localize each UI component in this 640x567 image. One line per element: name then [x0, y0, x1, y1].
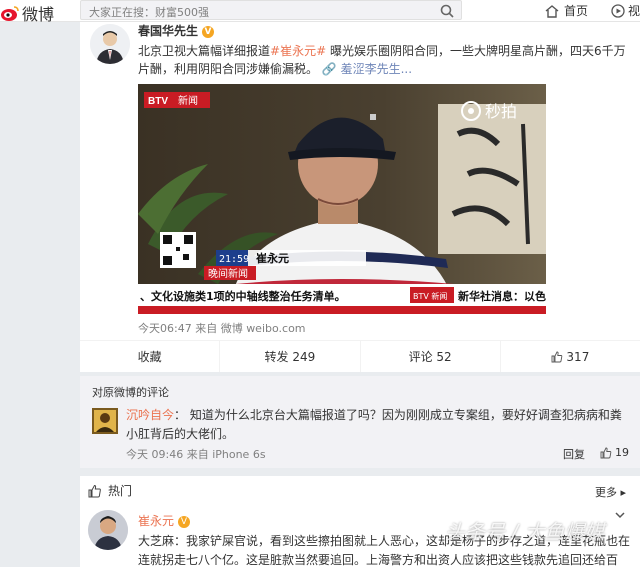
comment-like-count: 19	[615, 446, 629, 459]
media-watermark: 头条号 / 大鱼爆媒	[445, 520, 605, 544]
like-button[interactable]: 317	[501, 341, 640, 372]
nav-home[interactable]: 首页	[544, 2, 588, 19]
comment-label: 评论 52	[408, 350, 452, 364]
ticker-logo: BTV 新闻	[413, 291, 447, 301]
comment-button[interactable]: 评论 52	[361, 341, 501, 372]
original-comments-title: 对原微博的评论	[92, 386, 169, 399]
favorite-label: 收藏	[137, 350, 162, 364]
author-avatar[interactable]	[90, 24, 130, 64]
top-bar: 微博 大家正在搜：财富500强 首页 视	[0, 0, 640, 25]
post-author[interactable]: 春国华先生 V	[138, 22, 215, 39]
more-link[interactable]: 更多 ▸	[595, 484, 626, 500]
search-icon[interactable]	[439, 3, 455, 19]
favorite-button[interactable]: 收藏	[80, 341, 221, 372]
source-link-label[interactable]: 羞涩李先生...	[341, 62, 412, 76]
nav-home-label: 首页	[564, 4, 589, 18]
channel-label: 新闻	[178, 94, 198, 107]
post-text-before: 北京卫视大篇幅详细报道	[138, 44, 271, 58]
nav-video[interactable]: 视	[611, 2, 640, 19]
comment-text: 沉吟自今： 知道为什么北京台大篇幅报道了吗？因为刚刚成立专案组，要好好调查犯病病…	[126, 406, 626, 444]
hot-user-name[interactable]: 崔永元 V	[138, 512, 191, 529]
hot-user-avatar[interactable]	[88, 510, 128, 550]
commenter-avatar[interactable]	[92, 408, 118, 434]
nav-video-label: 视	[628, 4, 640, 18]
repost-label: 转发 249	[264, 350, 316, 364]
video-watermark: 秒拍	[485, 102, 517, 121]
channel-logo: BTV	[148, 96, 168, 107]
video-speaker: 崔永元	[255, 251, 289, 265]
verified-badge-icon: V	[202, 26, 215, 38]
post-card: 春国华先生 V 北京卫视大篇幅详细报道#崔永元# 曝光娱乐圈阴阳合同，一些大牌明星…	[80, 22, 640, 372]
weibo-eye-icon	[1, 6, 19, 21]
post-meta[interactable]: 今天06:47 来自 微博 weibo.com	[138, 320, 306, 336]
search-box[interactable]: 大家正在搜：财富500强	[80, 0, 462, 20]
commenter-name[interactable]: 沉吟自今	[126, 408, 174, 422]
chevron-right-icon: ▸	[620, 486, 627, 499]
more-label[interactable]: 更多	[595, 486, 617, 499]
video-icon	[611, 3, 625, 18]
repost-button[interactable]: 转发 249	[220, 341, 361, 372]
weibo-logo[interactable]: 微博	[0, 1, 54, 25]
post-author-name[interactable]: 春国华先生	[138, 24, 198, 38]
thumbs-up-icon	[551, 351, 563, 362]
post-text: 北京卫视大篇幅详细报道#崔永元# 曝光娱乐圈阴阳合同，一些大牌明星高片酬，四天6…	[138, 42, 628, 78]
logo-text: 微博	[22, 5, 55, 24]
hot-user-label[interactable]: 崔永元	[138, 514, 174, 528]
like-count: 317	[566, 349, 590, 364]
video-time: 21:59	[219, 254, 249, 265]
topic-link[interactable]: #崔永元#	[270, 44, 326, 58]
ticker-left: 、文化设施类1项的中轴线整治任务清单。	[140, 289, 346, 303]
reply-button[interactable]: 回复	[563, 446, 585, 462]
comment-time: 今天 09:46 来自 iPhone 6s	[126, 448, 266, 461]
ticker-right: 新华社消息：以色列国	[458, 289, 546, 303]
hot-header: 热门	[88, 482, 132, 499]
hot-title: 热门	[108, 484, 133, 498]
thumbs-up-icon	[88, 484, 101, 497]
verified-badge-icon: V	[178, 516, 191, 528]
search-input[interactable]: 大家正在搜：财富500强	[89, 4, 209, 20]
video-player[interactable]: BTV 新闻 秒拍 21:59 崔永元 晚间新闻 、文化设施类1项的中轴线整治任…	[138, 84, 546, 314]
action-bar: 收藏 转发 249 评论 52 317	[80, 340, 640, 372]
original-comments: 对原微博的评论 沉吟自今： 知道为什么北京台大篇幅报道了吗？因为刚刚成立专案组，…	[80, 376, 640, 468]
home-icon	[545, 4, 559, 18]
thumbs-up-icon	[600, 447, 612, 458]
comment-like-button[interactable]: 19	[600, 446, 629, 459]
chevron-down-icon[interactable]	[613, 508, 627, 522]
comment-body: ： 知道为什么北京台大篇幅报道了吗？因为刚刚成立专案组，要好好调查犯病病和粪小肛…	[126, 408, 622, 441]
source-link[interactable]: 🔗 羞涩李先生...	[322, 62, 412, 76]
video-program: 晚间新闻	[208, 267, 248, 280]
